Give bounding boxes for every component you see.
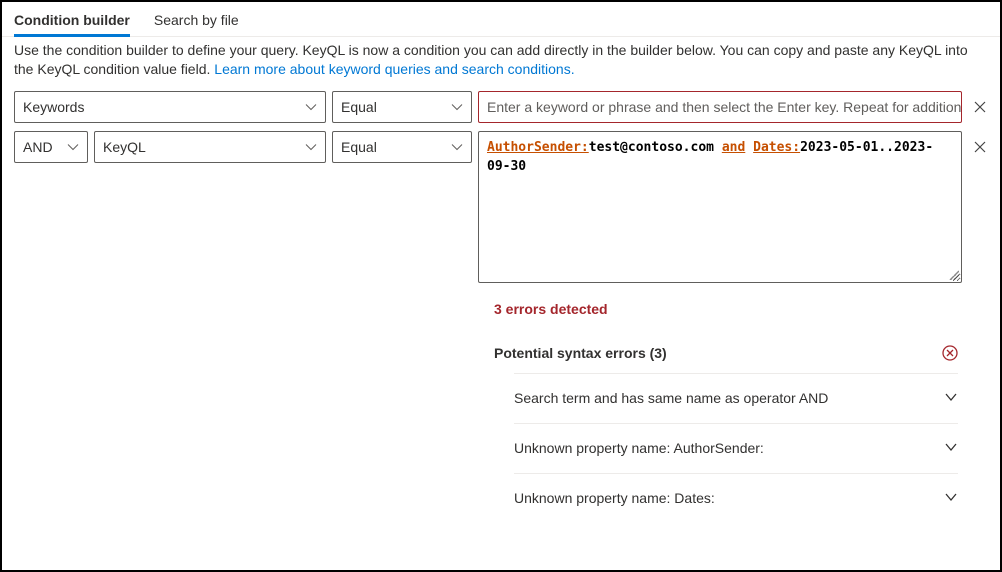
condition-row-1: Keywords Equal Enter a keyword or phrase…: [14, 91, 992, 123]
kql-token-authorsender: AuthorSender:: [487, 140, 589, 155]
operator-label: Equal: [341, 139, 377, 155]
chevron-down-icon: [451, 101, 463, 113]
property-select-keywords[interactable]: Keywords: [14, 91, 326, 123]
kql-token-text: test@contoso.com: [589, 140, 722, 155]
chevron-down-icon: [944, 440, 958, 457]
error-section-header: Potential syntax errors (3): [494, 343, 958, 373]
tab-condition-builder[interactable]: Condition builder: [14, 8, 130, 37]
chevron-down-icon: [451, 141, 463, 153]
property-select-keyql[interactable]: KeyQL: [94, 131, 326, 163]
tab-bar: Condition builder Search by file: [2, 2, 1000, 37]
error-summary: 3 errors detected: [494, 301, 958, 317]
chevron-down-icon: [305, 141, 317, 153]
remove-row-button-1[interactable]: [968, 91, 992, 123]
operator-select-1[interactable]: Equal: [332, 91, 472, 123]
operator-select-2[interactable]: Equal: [332, 131, 472, 163]
placeholder-text: Enter a keyword or phrase and then selec…: [487, 99, 962, 115]
error-item[interactable]: Search term and has same name as operato…: [514, 373, 958, 423]
chevron-down-icon: [67, 141, 79, 153]
property-label: Keywords: [23, 99, 84, 115]
condition-row-2: AND KeyQL Equal AuthorSender:test@contos…: [14, 131, 992, 283]
chevron-down-icon: [944, 490, 958, 507]
keywords-value-input[interactable]: Enter a keyword or phrase and then selec…: [478, 91, 962, 123]
description: Use the condition builder to define your…: [2, 37, 1000, 87]
error-header-label: Potential syntax errors (3): [494, 345, 667, 361]
operator-label: Equal: [341, 99, 377, 115]
remove-row-button-2[interactable]: [968, 131, 992, 163]
boolean-select[interactable]: AND: [14, 131, 88, 163]
error-text: Unknown property name: Dates:: [514, 490, 715, 506]
error-text: Unknown property name: AuthorSender:: [514, 440, 764, 456]
error-item[interactable]: Unknown property name: Dates:: [514, 473, 958, 523]
error-item[interactable]: Unknown property name: AuthorSender:: [514, 423, 958, 473]
property-label: KeyQL: [103, 139, 146, 155]
chevron-down-icon: [944, 390, 958, 407]
error-text: Search term and has same name as operato…: [514, 390, 828, 406]
dismiss-errors-button[interactable]: [942, 345, 958, 361]
learn-more-link[interactable]: Learn more about keyword queries and sea…: [214, 61, 574, 77]
kql-space: [745, 140, 753, 155]
kql-token-dates: Dates:: [753, 140, 800, 155]
kql-token-and: and: [722, 140, 745, 155]
chevron-down-icon: [305, 101, 317, 113]
boolean-label: AND: [23, 139, 53, 155]
tab-search-by-file[interactable]: Search by file: [154, 8, 239, 36]
keyql-value-textarea[interactable]: AuthorSender:test@contoso.com and Dates:…: [478, 131, 962, 283]
